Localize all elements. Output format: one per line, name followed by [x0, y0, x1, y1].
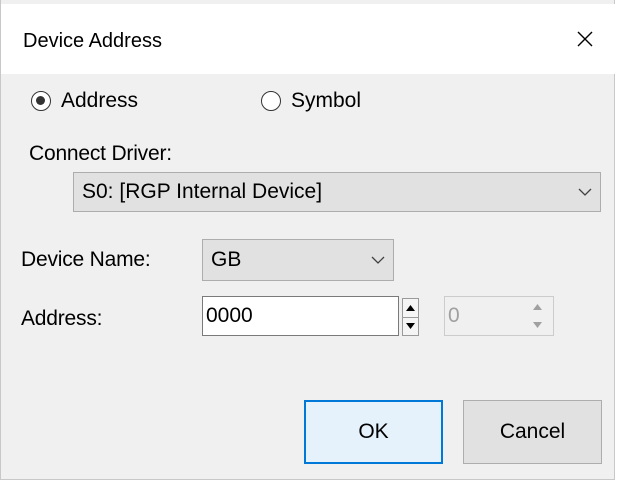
- device-name-label: Device Name:: [21, 248, 151, 271]
- arrow-up-icon: [406, 304, 415, 311]
- address-spinner[interactable]: [402, 298, 419, 336]
- connect-driver-label: Connect Driver:: [29, 142, 172, 165]
- device-name-dropdown[interactable]: GB: [202, 239, 394, 281]
- close-button[interactable]: [554, 4, 616, 74]
- radio-address-label: Address: [61, 89, 139, 112]
- spin-up-button[interactable]: [403, 299, 418, 318]
- radio-symbol-label: Symbol: [291, 89, 362, 112]
- radio-address[interactable]: Address: [31, 88, 138, 114]
- connect-driver-value: S0: [RGP Internal Device]: [82, 180, 323, 203]
- dialog-title: Device Address: [23, 30, 162, 52]
- radio-address-indicator[interactable]: [31, 91, 51, 111]
- arrow-down-icon: [406, 323, 415, 330]
- bit-spin-down-button: [529, 316, 546, 334]
- chevron-down-icon: [570, 188, 600, 197]
- arrow-down-icon: [533, 322, 542, 328]
- radio-symbol[interactable]: Symbol: [261, 88, 361, 114]
- connect-driver-dropdown[interactable]: S0: [RGP Internal Device]: [73, 172, 601, 212]
- ok-button[interactable]: OK: [304, 400, 443, 464]
- address-label: Address:: [21, 307, 103, 330]
- spin-down-button[interactable]: [403, 318, 418, 336]
- title-bar: Device Address: [1, 4, 616, 74]
- close-icon: [577, 31, 593, 47]
- chevron-down-icon: [363, 256, 393, 265]
- cancel-button[interactable]: Cancel: [463, 400, 602, 464]
- radio-symbol-indicator[interactable]: [261, 91, 281, 111]
- arrow-up-icon: [533, 304, 542, 310]
- address-input[interactable]: 0000: [202, 296, 399, 336]
- bit-address-spinner: [529, 298, 546, 334]
- device-address-dialog: Device Address Address Symbol Connect Dr…: [0, 0, 616, 480]
- address-value: 0000: [206, 304, 253, 327]
- device-name-value: GB: [211, 248, 242, 271]
- bit-spin-up-button: [529, 298, 546, 316]
